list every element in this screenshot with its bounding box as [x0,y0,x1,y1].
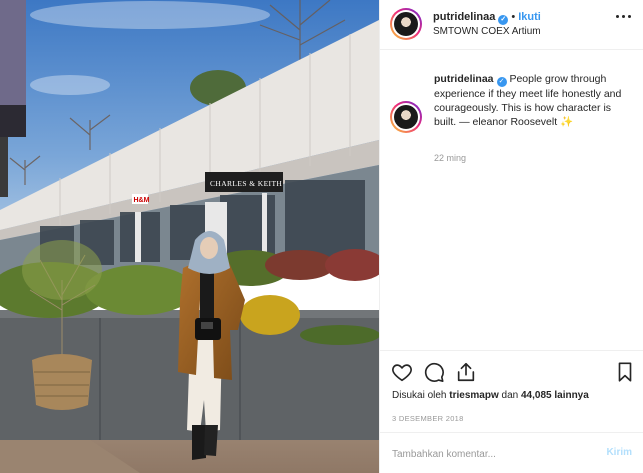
likes-count[interactable]: 44,085 lainnya [521,390,589,401]
likes-summary: Disukai oleh triesmapw dan 44,085 lainny… [392,390,589,401]
post-sidebar: putridelinaa ✓ • Ikuti SMTOWN COEX Artium p… [379,0,643,473]
action-bar [380,350,643,390]
author-username[interactable]: putridelinaa [433,11,495,23]
sparkle-emoji: ✨ [560,116,574,128]
location-link[interactable]: SMTOWN COEX Artium [433,26,541,37]
verified-badge-icon: ✓ [498,15,509,25]
caption-avatar[interactable] [390,101,422,133]
likes-prefix: Disukai oleh [392,390,447,401]
liked-by-user[interactable]: triesmapw [449,390,498,401]
caption-username[interactable]: putridelinaa [434,73,494,85]
comment-input[interactable] [392,446,592,462]
bookmark-icon[interactable] [614,361,636,383]
post-comment-button[interactable]: Kirim [606,447,632,458]
caption-time: 22 ming [434,153,467,163]
photo-illustration: H&M CHARLES & KEITH [0,0,379,473]
follow-button[interactable]: Ikuti [518,11,541,23]
author-avatar[interactable] [390,8,422,40]
store-sign: CHARLES & KEITH [210,179,282,188]
post-date[interactable]: 3 DESEMBER 2018 [392,414,464,423]
share-icon[interactable] [455,361,477,383]
more-options-icon[interactable] [616,14,632,20]
hm-sign: H&M [134,197,150,204]
author-line: putridelinaa ✓ • Ikuti [433,11,541,25]
separator-dot: • [511,11,516,23]
heart-icon[interactable] [391,361,413,383]
comment-box: Kirim [380,432,643,473]
post-header: putridelinaa ✓ • Ikuti SMTOWN COEX Artium [380,0,643,50]
caption-text: putridelinaa ✓ People grow through experi… [434,72,634,129]
likes-middle: dan [501,390,519,401]
comment-icon[interactable] [423,361,445,383]
post-photo[interactable]: H&M CHARLES & KEITH [0,0,379,473]
verified-badge-icon: ✓ [496,77,507,87]
